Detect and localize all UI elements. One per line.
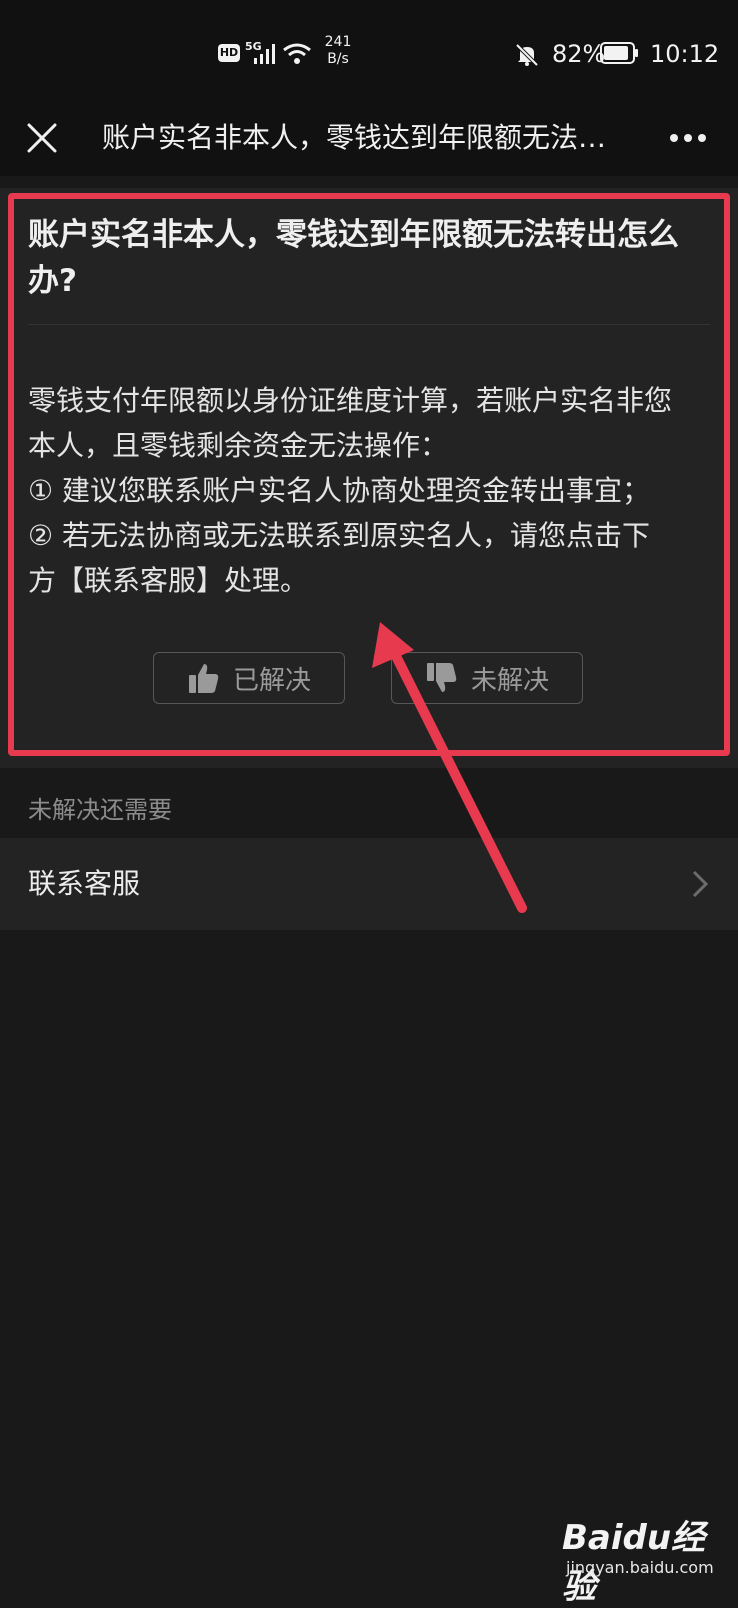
contact-service-row[interactable]: 联系客服 [0, 838, 738, 930]
close-button[interactable] [18, 114, 66, 162]
more-icon [670, 134, 706, 142]
close-icon [27, 123, 57, 153]
signal-icon [254, 44, 275, 64]
chevron-right-icon [692, 870, 709, 898]
battery-percent: 82% [552, 40, 606, 68]
hd-badge: HD [218, 44, 240, 62]
mute-bell-icon [515, 43, 539, 67]
section-label: 未解决还需要 [28, 796, 172, 824]
clock: 10:12 [650, 40, 720, 68]
status-bar: HD 5G 241 B/s 82% 10:12 [0, 0, 738, 100]
watermark-url: jingyan.baidu.com [566, 1558, 714, 1577]
contact-service-label: 联系客服 [28, 867, 141, 900]
nav-bar: 账户实名非本人，零钱达到年限额无法转出怎么办？ [0, 100, 738, 176]
network-speed: 241 B/s [320, 34, 356, 68]
speed-unit: B/s [327, 51, 349, 67]
highlight-box [8, 193, 730, 756]
baidu-watermark: Baidu经验 jingyan.baidu.com [562, 1502, 714, 1607]
more-button[interactable] [664, 114, 712, 162]
page-title: 账户实名非本人，零钱达到年限额无法转出怎么办？ [102, 121, 612, 154]
wifi-icon [283, 43, 311, 64]
speed-value: 241 [324, 34, 352, 50]
battery-icon [600, 42, 638, 64]
